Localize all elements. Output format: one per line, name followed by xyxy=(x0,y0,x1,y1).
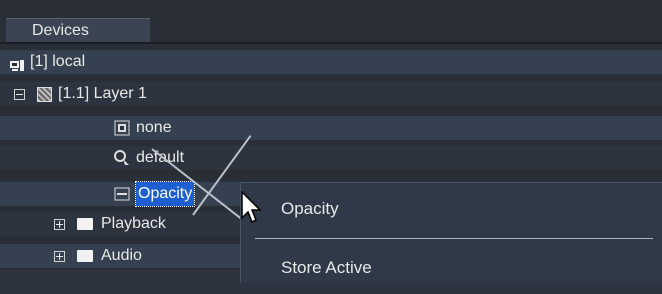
menu-item-store-active[interactable]: Store Active xyxy=(281,258,372,278)
tab-divider xyxy=(0,42,662,44)
tree-row-none[interactable]: none xyxy=(0,116,662,140)
tab-devices[interactable]: Devices xyxy=(6,18,150,42)
computer-icon xyxy=(10,56,26,71)
tree-row-layer[interactable]: [1.1] Layer 1 xyxy=(0,82,662,106)
folder-icon xyxy=(77,250,93,262)
tree-row-default[interactable]: default xyxy=(0,146,662,170)
menu-item-opacity[interactable]: Opacity xyxy=(281,199,339,219)
folder-label: Audio xyxy=(101,247,142,264)
parameter-icon xyxy=(114,186,130,202)
menu-separator xyxy=(255,238,653,239)
expand-icon[interactable] xyxy=(54,218,65,230)
folder-label: Playback xyxy=(101,215,166,232)
collapse-icon[interactable] xyxy=(14,88,25,100)
device-label: [1] local xyxy=(30,53,86,70)
effect-icon xyxy=(114,150,130,166)
layer-icon xyxy=(37,86,52,102)
expand-icon[interactable] xyxy=(54,250,65,262)
tab-label: Devices xyxy=(32,22,89,39)
layer-label: [1.1] Layer 1 xyxy=(58,85,147,102)
devices-panel: Devices [1] local [1.1] Layer 1 none def… xyxy=(0,0,662,294)
context-menu: Opacity Store Active xyxy=(240,182,662,283)
child-label: none xyxy=(136,119,172,136)
tree-row-device[interactable]: [1] local xyxy=(0,50,662,74)
media-icon xyxy=(114,120,130,136)
selected-label: Opacity xyxy=(134,181,196,207)
mouse-pointer-icon xyxy=(240,190,264,225)
folder-icon xyxy=(77,218,93,230)
